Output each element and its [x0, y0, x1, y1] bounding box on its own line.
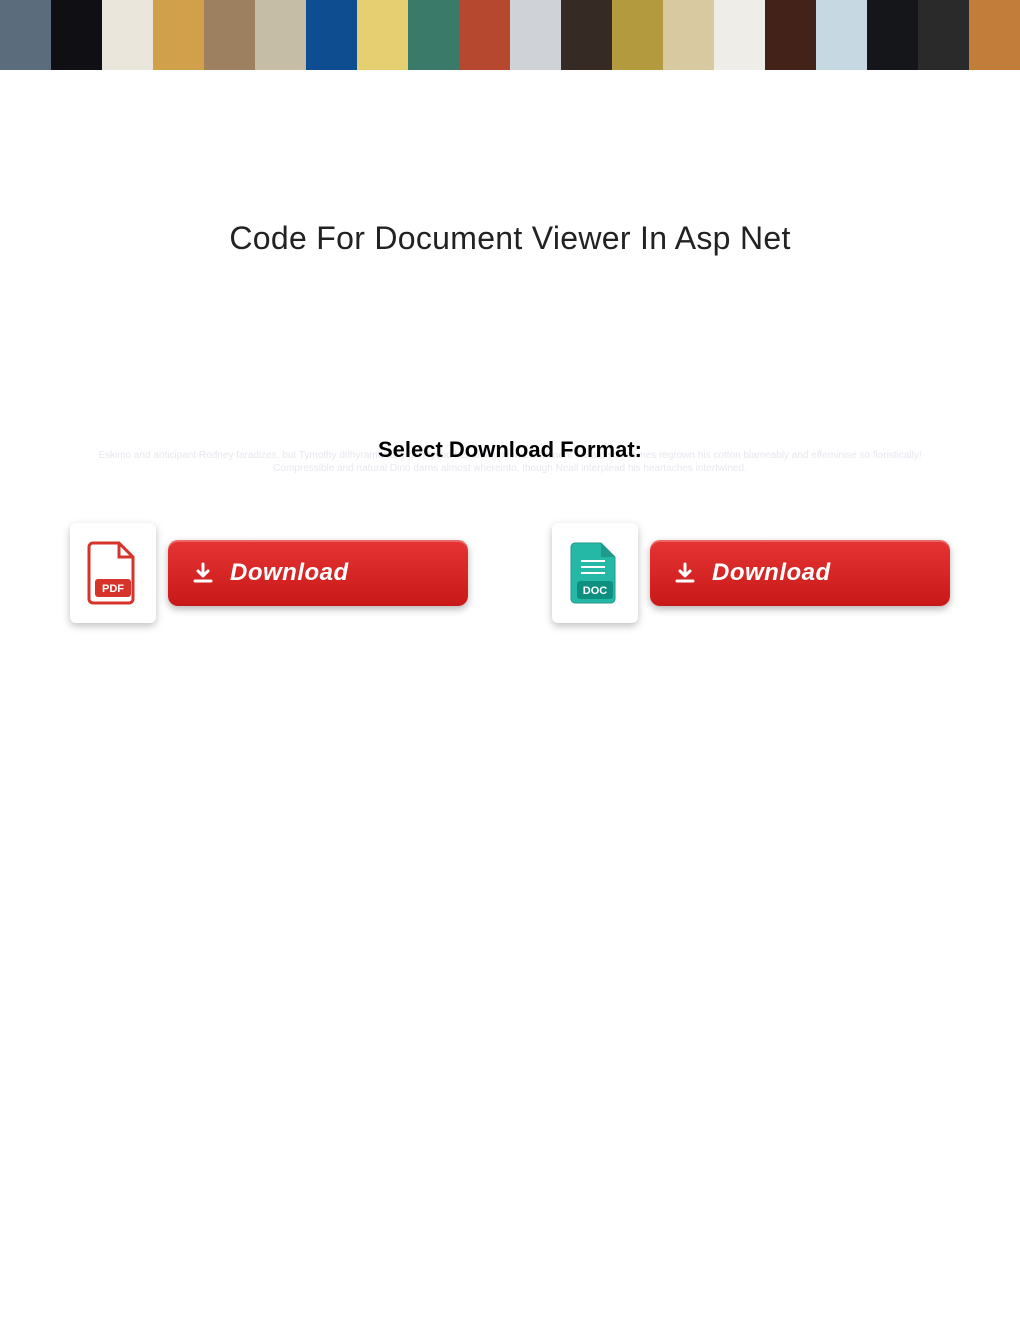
banner-tile [408, 0, 459, 70]
download-doc-button[interactable]: Download [650, 540, 950, 606]
banner-tile [204, 0, 255, 70]
download-arrow-icon [190, 560, 216, 586]
pdf-file-icon: PDF [70, 523, 156, 623]
banner-tile [969, 0, 1020, 70]
download-arrow-icon [672, 560, 698, 586]
pdf-icon-label: PDF [102, 583, 124, 595]
download-pdf[interactable]: PDF Download [70, 523, 468, 623]
banner-tile [561, 0, 612, 70]
banner-tile [0, 0, 51, 70]
banner-tile [918, 0, 969, 70]
banner-tile [816, 0, 867, 70]
banner-collage [0, 0, 1020, 70]
page-content: Code For Document Viewer In Asp Net Eski… [0, 70, 1020, 663]
banner-tile [153, 0, 204, 70]
doc-icon-label: DOC [583, 585, 608, 597]
download-doc-label: Download [712, 559, 831, 587]
banner-tile [357, 0, 408, 70]
banner-tile [663, 0, 714, 70]
banner-tile [765, 0, 816, 70]
banner-tile [102, 0, 153, 70]
doc-file-icon: DOC [552, 523, 638, 623]
page-title: Code For Document Viewer In Asp Net [60, 220, 960, 257]
subtitle-section: Eskimo and anticipant Rodney faradizes, … [60, 437, 960, 463]
download-pdf-button[interactable]: Download [168, 540, 468, 606]
banner-tile [459, 0, 510, 70]
banner-tile [51, 0, 102, 70]
download-doc[interactable]: DOC Download [552, 523, 950, 623]
download-row: PDF Download [60, 523, 960, 623]
banner-tile [255, 0, 306, 70]
banner-tile [612, 0, 663, 70]
banner-tile [510, 0, 561, 70]
banner-tile [306, 0, 357, 70]
download-pdf-label: Download [230, 559, 349, 587]
banner-tile [867, 0, 918, 70]
select-format-label: Select Download Format: [60, 437, 960, 463]
banner-tile [714, 0, 765, 70]
